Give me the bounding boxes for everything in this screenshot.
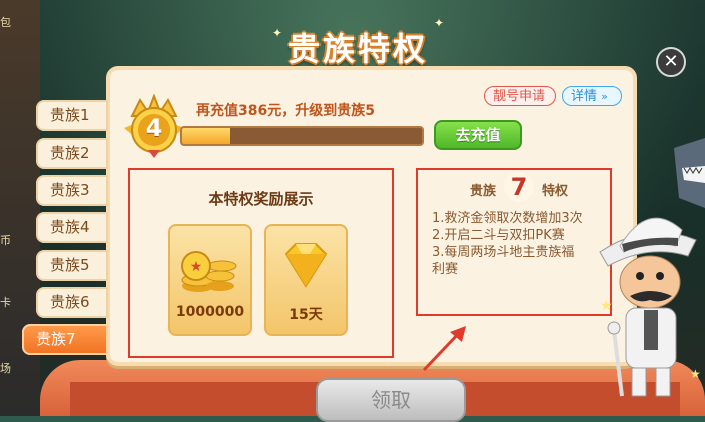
sparkle-icon: ✦: [434, 16, 445, 30]
page-title: 贵族特权: [287, 30, 428, 68]
svg-text:★: ★: [690, 367, 701, 381]
tab-noble-6[interactable]: 贵族6: [36, 287, 108, 318]
gem-icon: [284, 243, 328, 288]
gentleman-mascot-icon: ★ ★: [599, 217, 701, 397]
privilege-item: 1.救济金领取次数增加3次: [432, 211, 583, 226]
details-label: 详情: [571, 89, 598, 104]
bg-label: 包: [0, 16, 11, 29]
upgrade-hint: 再充值386元，升级到贵族5: [196, 103, 375, 119]
bg-label: 场: [0, 362, 11, 375]
svg-text:★: ★: [600, 298, 613, 314]
bg-label: 币: [0, 234, 11, 247]
tab-noble-5[interactable]: 贵族5: [36, 250, 108, 281]
details-button[interactable]: 详情 »: [562, 86, 622, 106]
close-icon: ✕: [663, 51, 679, 72]
sparkle-icon: ✦: [272, 26, 283, 40]
upgrade-progress-fill: [182, 128, 230, 144]
level-number: 4: [145, 114, 163, 142]
reward-showcase: 本特权奖励展示 ★ 1000000 15天: [128, 168, 394, 358]
tab-noble-2[interactable]: 贵族2: [36, 138, 108, 169]
close-button[interactable]: ✕: [656, 47, 686, 77]
privilege-suffix: 特权: [542, 184, 569, 199]
privilege-item: 2.开启二斗与双扣PK赛: [432, 228, 565, 243]
privilege-prefix: 贵族: [470, 184, 497, 199]
tab-noble-7[interactable]: 贵族7: [22, 324, 108, 355]
title-banner: 贵族特权 ✦ ✦: [270, 14, 446, 72]
chevron-right-icon: »: [601, 90, 608, 103]
privilege-list: 贵族 7 特权 1.救济金领取次数增加3次 2.开启二斗与双扣PK赛 3.每周两…: [416, 168, 612, 316]
recharge-button[interactable]: 去充值: [434, 120, 522, 150]
gold-coins-icon: ★: [181, 251, 237, 292]
claim-button[interactable]: 领取: [316, 378, 466, 422]
reward-card-gem: 15天: [264, 224, 348, 336]
privilege-level-number: 7: [504, 172, 534, 202]
reward-coins-label: 1000000: [175, 304, 245, 320]
upgrade-progress-bar: [180, 126, 424, 146]
tab-noble-1[interactable]: 贵族1: [36, 100, 108, 131]
svg-text:★: ★: [190, 259, 203, 275]
reward-title: 本特权奖励展示: [208, 190, 314, 208]
reward-gem-label: 15天: [289, 307, 323, 323]
annotation-arrow-icon: [422, 326, 466, 372]
reward-card-coins: ★ 1000000: [168, 224, 252, 336]
privilege-item: 3.每周两场斗地主贵族福: [432, 245, 575, 260]
pretty-id-apply-button[interactable]: 靓号申请: [484, 86, 556, 106]
tab-noble-4[interactable]: 贵族4: [36, 212, 108, 243]
noble-level-badge: 4: [118, 93, 190, 160]
tab-noble-3[interactable]: 贵族3: [36, 175, 108, 206]
privilege-item: 利赛: [432, 262, 459, 277]
bg-label: 卡: [0, 296, 11, 309]
